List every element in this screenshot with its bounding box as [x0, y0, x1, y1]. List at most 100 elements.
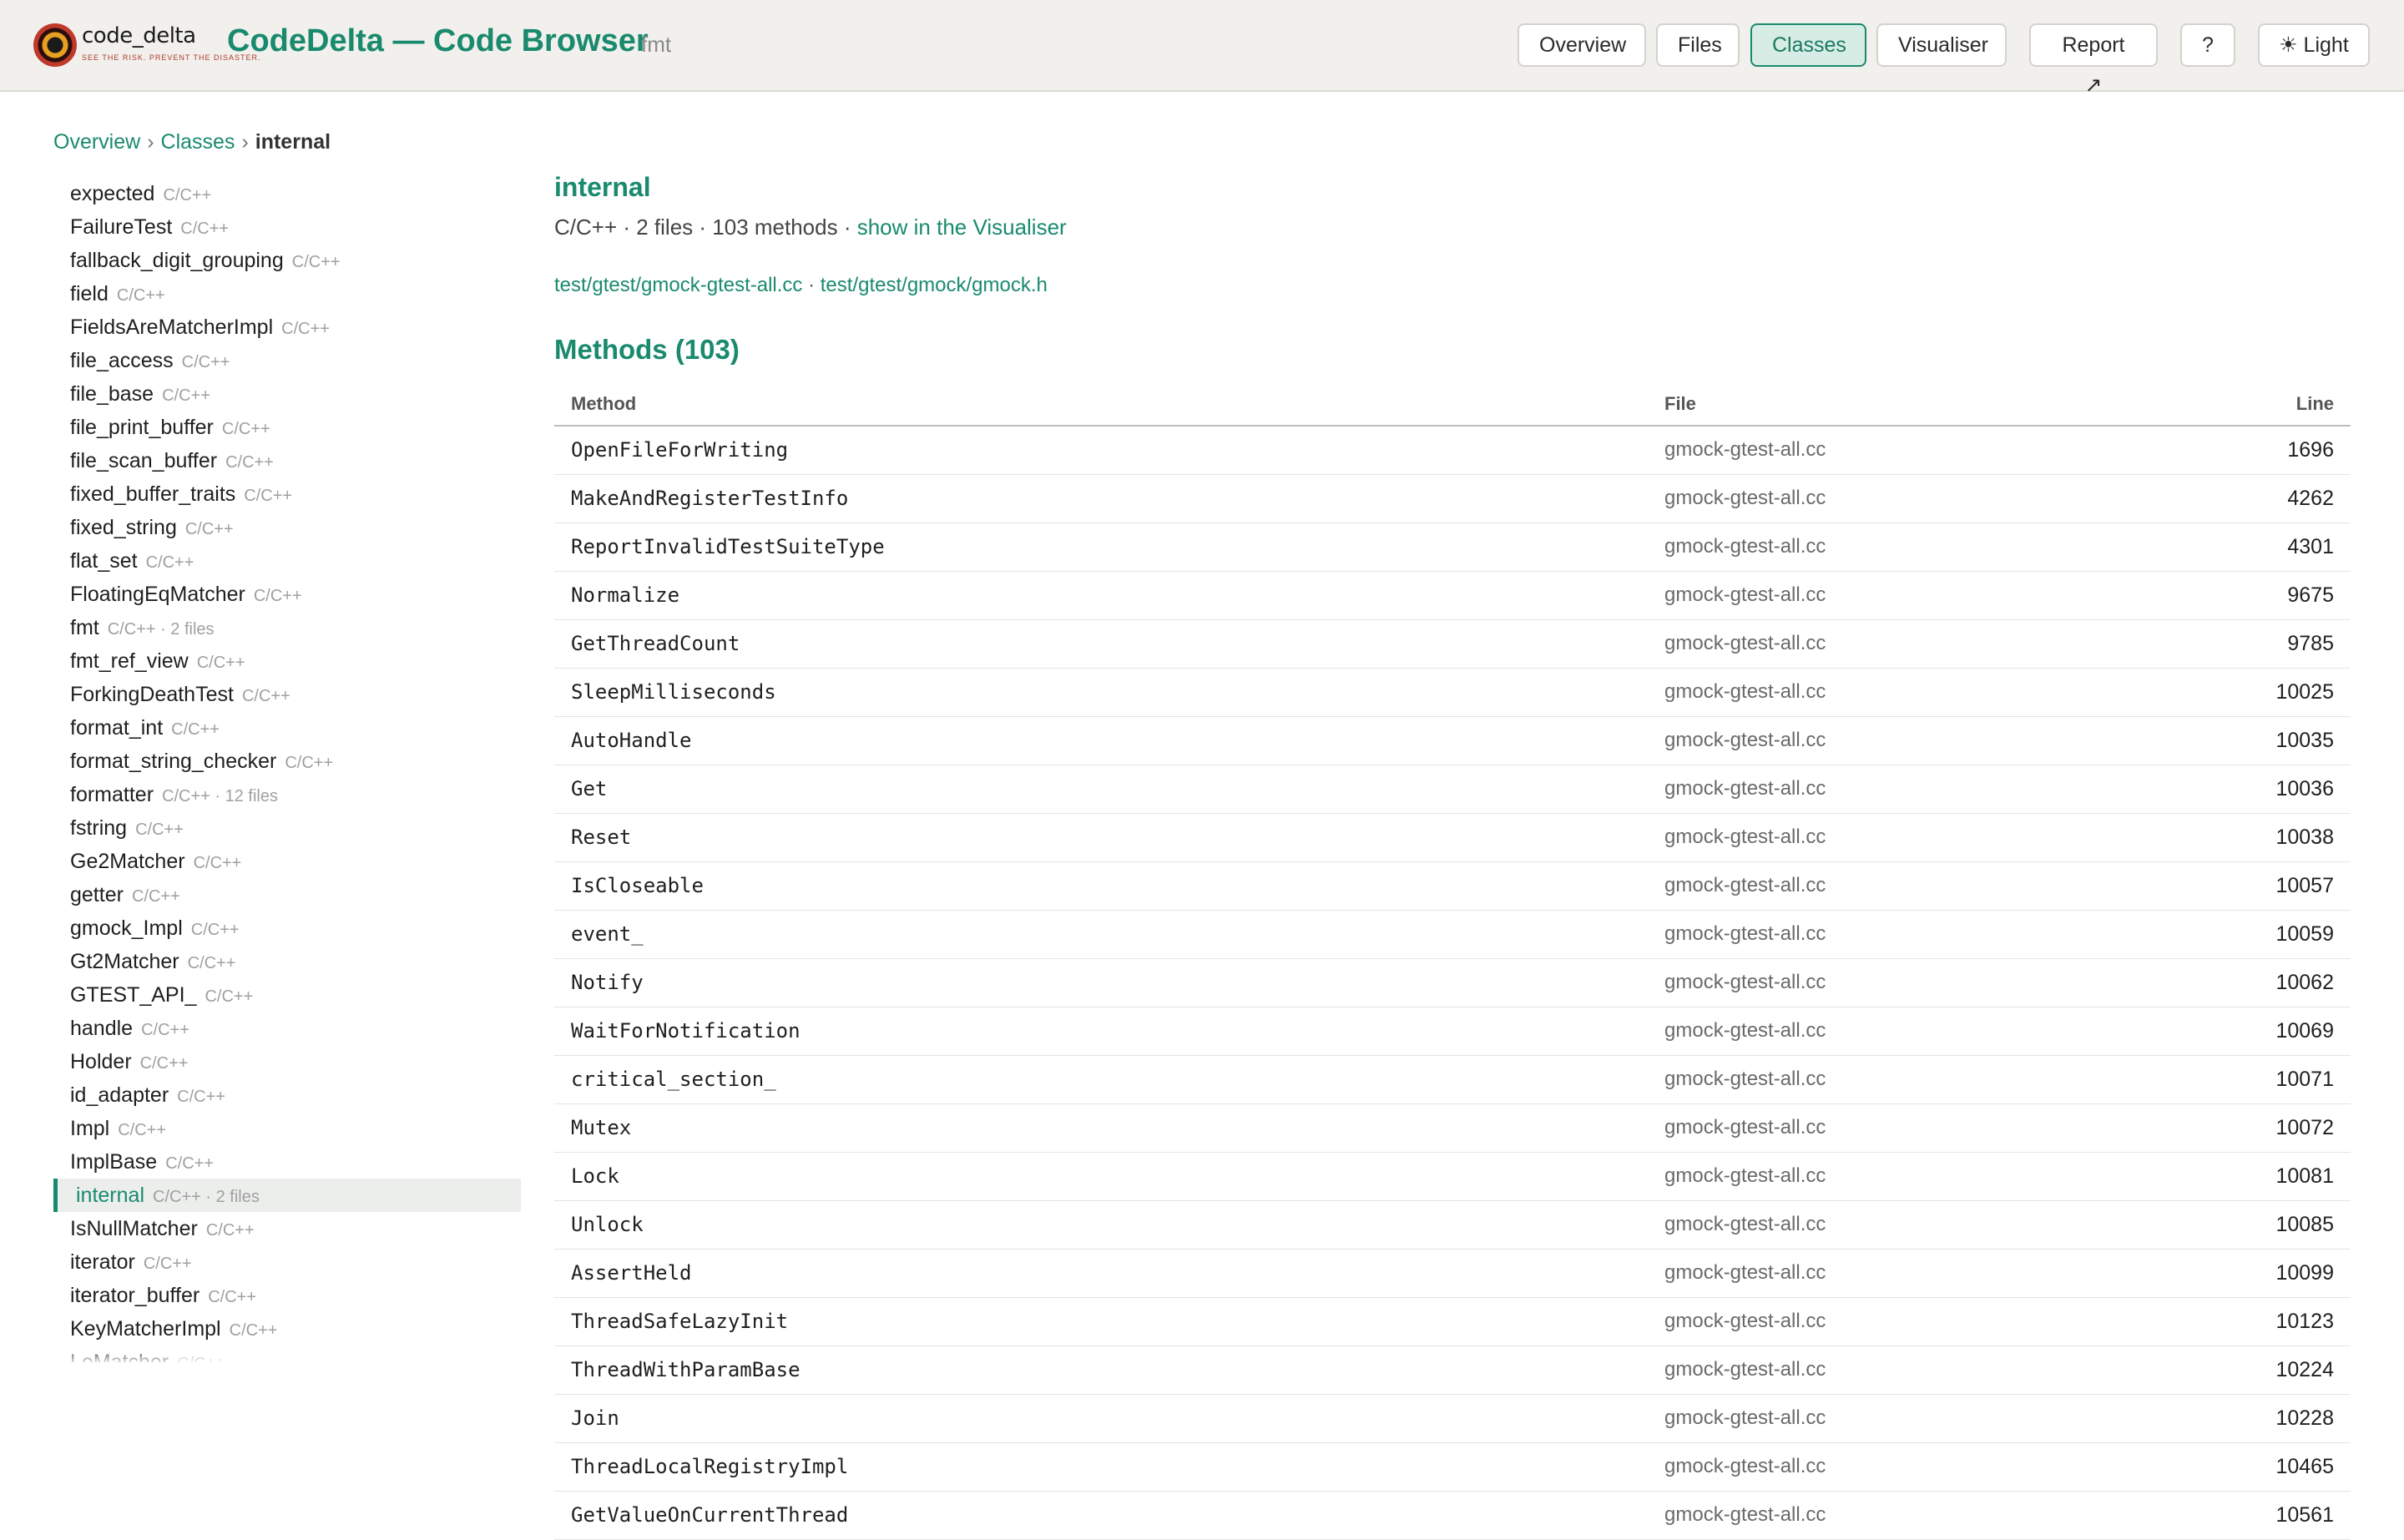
method-cell: Lock: [554, 1152, 1648, 1201]
sidebar-item-file-base[interactable]: file_base C/C++: [53, 377, 521, 411]
sidebar-item-label: id_adapter: [70, 1083, 169, 1107]
line-cell: 10081: [2115, 1152, 2351, 1201]
sidebar-item-label: getter: [70, 883, 124, 906]
sidebar-item-gt2matcher[interactable]: Gt2Matcher C/C++: [53, 945, 521, 978]
table-row[interactable]: SleepMilliseconds gmock-gtest-all.cc 10025: [554, 668, 2351, 717]
sidebar-item-label: fmt: [70, 616, 99, 639]
sidebar-item-file-scan-buffer[interactable]: file_scan_buffer C/C++: [53, 444, 521, 477]
sidebar-item-ge2matcher[interactable]: Ge2Matcher C/C++: [53, 845, 521, 878]
sidebar-item-expected[interactable]: expected C/C++: [53, 177, 521, 210]
method-cell: Reset: [554, 813, 1648, 862]
sidebar-item-fmt-ref-view[interactable]: fmt_ref_view C/C++: [53, 644, 521, 678]
table-row[interactable]: Notify gmock-gtest-all.cc 10062: [554, 958, 2351, 1007]
sidebar-item-field[interactable]: field C/C++: [53, 277, 521, 311]
sidebar-item-gmock-impl[interactable]: gmock_Impl C/C++: [53, 911, 521, 945]
help-button[interactable]: ?: [2180, 23, 2235, 67]
breadcrumb-overview-link[interactable]: Overview: [53, 130, 140, 154]
table-row[interactable]: AutoHandle gmock-gtest-all.cc 10035: [554, 716, 2351, 765]
sidebar-item-meta: C/C++: [116, 286, 165, 305]
table-row[interactable]: ThreadSafeLazyInit gmock-gtest-all.cc 1012…: [554, 1297, 2351, 1346]
sidebar-item-keymatcherimpl[interactable]: KeyMatcherImpl C/C++: [53, 1312, 521, 1346]
table-row[interactable]: OpenFileForWriting gmock-gtest-all.cc 1696: [554, 426, 2351, 475]
sidebar-item-forkingdeathtest[interactable]: ForkingDeathTest C/C++: [53, 678, 521, 711]
sidebar-item-impl[interactable]: Impl C/C++: [53, 1112, 521, 1145]
sidebar-item-label: file_print_buffer: [70, 416, 214, 439]
sidebar-item-label: format_string_checker: [70, 750, 277, 773]
sidebar-item-format-string-checker[interactable]: format_string_checker C/C++: [53, 745, 521, 778]
file-link-gmock-h[interactable]: test/gtest/gmock/gmock.h: [821, 274, 1048, 296]
sidebar-item-file-print-buffer[interactable]: file_print_buffer C/C++: [53, 411, 521, 444]
sidebar-item-fieldsarematcherimpl[interactable]: FieldsAreMatcherImpl C/C++: [53, 311, 521, 344]
report-button[interactable]: Report ↗: [2029, 23, 2158, 97]
table-row[interactable]: Get gmock-gtest-all.cc 10036: [554, 765, 2351, 814]
sidebar-item-label: Gt2Matcher: [70, 950, 179, 973]
sidebar-item-formatter[interactable]: formatter C/C++ · 12 files: [53, 778, 521, 811]
table-row[interactable]: Normalize gmock-gtest-all.cc 9675: [554, 571, 2351, 620]
class-meta: C/C++ · 2 files · 103 methods · show in …: [554, 215, 2351, 240]
file-cell: gmock-gtest-all.cc: [1648, 1007, 2115, 1056]
table-row[interactable]: ReportInvalidTestSuiteType gmock-gtest-al…: [554, 523, 2351, 572]
table-row[interactable]: Reset gmock-gtest-all.cc 10038: [554, 813, 2351, 862]
table-row[interactable]: WaitForNotification gmock-gtest-all.cc 100…: [554, 1007, 2351, 1056]
code-delta-logo[interactable]: code_delta SEE THE RISK. PREVENT THE DIS…: [33, 20, 260, 67]
sidebar-item-gtest-api[interactable]: GTEST_API_ C/C++: [53, 978, 521, 1012]
sidebar-item-failuretest[interactable]: FailureTest C/C++: [53, 210, 521, 244]
sidebar-item-iterator[interactable]: iterator C/C++: [53, 1245, 521, 1279]
sidebar-item-fixed-buffer-traits[interactable]: fixed_buffer_traits C/C++: [53, 477, 521, 511]
sidebar-item-isnullmatcher[interactable]: IsNullMatcher C/C++: [53, 1212, 521, 1245]
sidebar-item-label: fmt_ref_view: [70, 649, 189, 673]
table-row[interactable]: IsCloseable gmock-gtest-all.cc 10057: [554, 861, 2351, 911]
table-row[interactable]: GetValueOnCurrentThread gmock-gtest-all.c…: [554, 1491, 2351, 1540]
sidebar-item-meta: C/C++: [190, 921, 240, 939]
sidebar-item-floatingeqmatcher[interactable]: FloatingEqMatcher C/C++: [53, 578, 521, 611]
nav-overview-button[interactable]: Overview: [1518, 23, 1646, 67]
table-row[interactable]: event_ gmock-gtest-all.cc 10059: [554, 910, 2351, 959]
breadcrumb-classes-link[interactable]: Classes: [161, 130, 235, 154]
table-row[interactable]: ThreadWithParamBase gmock-gtest-all.cc 102…: [554, 1346, 2351, 1395]
table-row[interactable]: Mutex gmock-gtest-all.cc 10072: [554, 1103, 2351, 1153]
class-list-sidebar[interactable]: expected C/C++ FailureTest C/C++ fallback_di…: [53, 177, 521, 1362]
line-cell: 10228: [2115, 1394, 2351, 1443]
sidebar-item-fmt[interactable]: fmt C/C++ · 2 files: [53, 611, 521, 644]
sidebar-item-internal[interactable]: internal C/C++ · 2 files: [53, 1179, 521, 1212]
table-row[interactable]: Unlock gmock-gtest-all.cc 10085: [554, 1200, 2351, 1250]
table-row[interactable]: Lock gmock-gtest-all.cc 10081: [554, 1152, 2351, 1201]
sidebar-item-file-access[interactable]: file_access C/C++: [53, 344, 521, 377]
theme-toggle-button[interactable]: ☀ Light: [2258, 23, 2370, 67]
sidebar-item-label: file_base: [70, 382, 154, 406]
sidebar-item-meta: C/C++: [193, 854, 242, 872]
nav-classes-button[interactable]: Classes: [1750, 23, 1866, 67]
column-header-line[interactable]: Line: [2115, 382, 2351, 427]
sidebar-item-fstring[interactable]: fstring C/C++: [53, 811, 521, 845]
line-cell: 4262: [2115, 474, 2351, 523]
sidebar-item-id-adapter[interactable]: id_adapter C/C++: [53, 1078, 521, 1112]
sidebar-item-format-int[interactable]: format_int C/C++: [53, 711, 521, 745]
file-cell: gmock-gtest-all.cc: [1648, 571, 2115, 620]
table-row[interactable]: AssertHeld gmock-gtest-all.cc 10099: [554, 1249, 2351, 1298]
sidebar-item-iterator-buffer[interactable]: iterator_buffer C/C++: [53, 1279, 521, 1312]
column-header-method[interactable]: Method: [554, 382, 1648, 427]
show-in-visualiser-link[interactable]: show in the Visualiser: [857, 215, 1067, 240]
sidebar-item-label: flat_set: [70, 549, 138, 573]
method-cell: Notify: [554, 958, 1648, 1007]
sidebar-item-holder[interactable]: Holder C/C++: [53, 1045, 521, 1078]
column-header-file[interactable]: File: [1648, 382, 2115, 427]
table-row[interactable]: Join gmock-gtest-all.cc 10228: [554, 1394, 2351, 1443]
table-row[interactable]: ThreadLocalRegistryImpl gmock-gtest-all.c…: [554, 1442, 2351, 1492]
sidebar-item-meta: C/C++: [181, 353, 230, 371]
table-row[interactable]: GetThreadCount gmock-gtest-all.cc 9785: [554, 619, 2351, 669]
table-row[interactable]: critical_section_ gmock-gtest-all.cc 10071: [554, 1055, 2351, 1104]
table-row[interactable]: MakeAndRegisterTestInfo gmock-gtest-all.c…: [554, 474, 2351, 523]
sidebar-item-flat-set[interactable]: flat_set C/C++: [53, 544, 521, 578]
nav-visualiser-button[interactable]: Visualiser: [1876, 23, 2007, 67]
sidebar-item-getter[interactable]: getter C/C++: [53, 878, 521, 911]
sidebar-item-fixed-string[interactable]: fixed_string C/C++: [53, 511, 521, 544]
sidebar-item-meta: C/C++: [221, 420, 270, 438]
nav-files-button[interactable]: Files: [1656, 23, 1740, 67]
sidebar-item-implbase[interactable]: ImplBase C/C++: [53, 1145, 521, 1179]
sidebar-item-handle[interactable]: handle C/C++: [53, 1012, 521, 1045]
file-cell: gmock-gtest-all.cc: [1648, 1152, 2115, 1201]
line-cell: 10038: [2115, 813, 2351, 862]
sidebar-item-fallback-digit-grouping[interactable]: fallback_digit_grouping C/C++: [53, 244, 521, 277]
file-link-gmock-gtest-all[interactable]: test/gtest/gmock-gtest-all.cc: [554, 274, 802, 296]
